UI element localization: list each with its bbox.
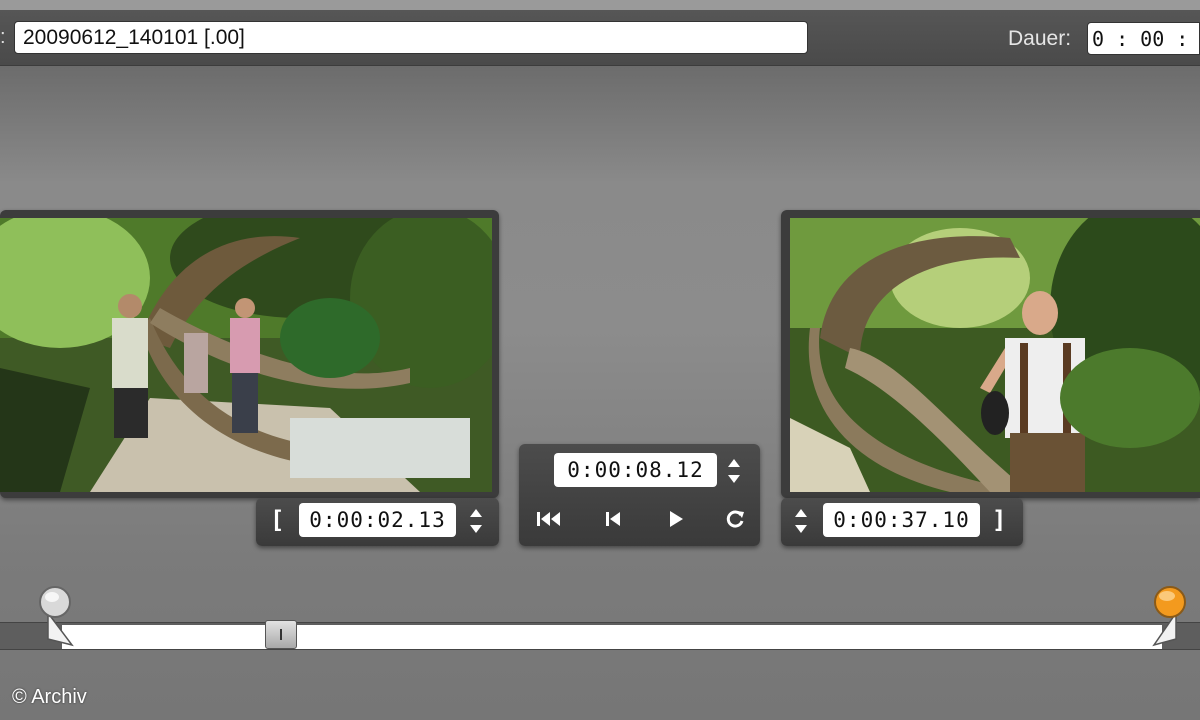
duration-label: Dauer: [1008, 27, 1072, 50]
current-time-spinner-icon[interactable] [726, 456, 742, 486]
in-point-panel: [ 0:00:02.13 [256, 498, 499, 546]
in-frame-panel [0, 210, 499, 498]
out-frame-panel [781, 210, 1200, 498]
loop-button[interactable] [718, 504, 752, 534]
step-back-button[interactable] [596, 504, 630, 534]
current-timecode[interactable]: 0:00:08.12 [554, 453, 717, 487]
in-point-timecode[interactable]: 0:00:02.13 [299, 503, 456, 537]
timeline-track[interactable] [0, 622, 1200, 650]
skip-to-start-button[interactable] [532, 504, 566, 534]
in-bracket-icon: [ [270, 506, 285, 534]
loop-icon [726, 510, 744, 528]
play-button[interactable] [659, 504, 693, 534]
window-top-strip [0, 0, 1200, 10]
out-bracket-icon: ] [992, 506, 1007, 534]
header-bar: : Dauer: 0 : 00 : 34 [0, 10, 1200, 66]
clip-name-input[interactable] [14, 21, 808, 54]
in-point-marker[interactable] [38, 585, 74, 652]
timeline-selected-range [62, 625, 1162, 649]
transport-panel: 0:00:08.12 [519, 444, 760, 546]
out-point-panel: 0:00:37.10 ] [781, 498, 1023, 546]
copyright-watermark: © Archiv [12, 686, 87, 708]
in-frame-preview [0, 218, 492, 492]
skip-to-start-icon [537, 512, 560, 526]
out-frame-preview [790, 218, 1200, 492]
play-icon [670, 511, 683, 527]
out-point-marker[interactable] [1150, 585, 1190, 652]
in-point-spinner-icon[interactable] [468, 506, 484, 536]
step-back-icon [606, 512, 620, 526]
playhead-handle[interactable] [265, 620, 297, 649]
name-label-fragment: : [0, 26, 6, 48]
out-point-timecode[interactable]: 0:00:37.10 [823, 503, 980, 537]
duration-field: 0 : 00 : 34 [1087, 22, 1200, 55]
out-point-spinner-icon[interactable] [793, 506, 809, 536]
